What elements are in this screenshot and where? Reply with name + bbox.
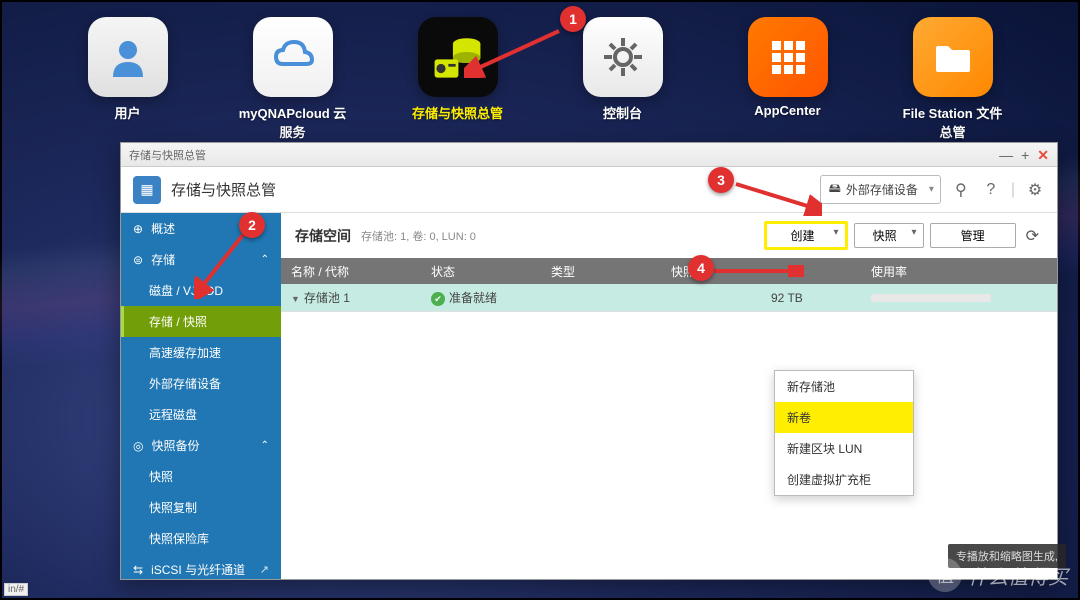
desktop-icon-label: File Station 文件总管 [898, 103, 1008, 141]
camera-icon: ◎ [133, 439, 143, 453]
annotation-badge-1: 1 [560, 6, 586, 32]
gear-icon [583, 17, 663, 97]
sidebar-item-remote-disk[interactable]: 远程磁盘 [121, 399, 281, 430]
content-subtitle: 存储池: 1, 卷: 0, LUN: 0 [361, 228, 476, 244]
col-name: 名称 / 代称 [281, 263, 421, 280]
table-header: 名称 / 代称 状态 类型 快照 使用率 [281, 258, 1057, 284]
minimize-button[interactable]: — [999, 148, 1013, 162]
col-status: 状态 [421, 263, 541, 280]
menu-new-volume[interactable]: 新卷 [775, 402, 913, 433]
desktop-icon-label: myQNAPcloud 云服务 [238, 103, 348, 141]
globe-icon: ⊕ [133, 222, 143, 236]
menu-new-storage-pool[interactable]: 新存储池 [775, 371, 913, 402]
sidebar-item-snapshot[interactable]: 快照 [121, 461, 281, 492]
create-dropdown-menu: 新存储池 新卷 新建区块 LUN 创建虚拟扩充柜 [774, 370, 914, 496]
external-link-icon: ↗ [260, 563, 269, 576]
watermark: 值 什么值得买 [928, 558, 1068, 592]
sidebar: ⊕ 概述 ⊜ 存储 ⌃ 磁盘 / VJBOD 存储 / 快照 高速缓存加速 外部… [121, 213, 281, 579]
sidebar-storage[interactable]: ⊜ 存储 ⌃ [121, 244, 281, 275]
annotation-badge-4: 4 [688, 255, 714, 281]
desktop-icon-file-station[interactable]: File Station 文件总管 [898, 17, 1008, 141]
sidebar-item-cache-accel[interactable]: 高速缓存加速 [121, 337, 281, 368]
desktop-icon-app-center[interactable]: AppCenter [733, 17, 843, 141]
watermark-badge-icon: 值 [928, 558, 962, 592]
disk-stack-icon: ⊜ [133, 253, 143, 267]
chevron-down-icon[interactable]: ▼ [291, 294, 300, 304]
desktop-icon-label: 存储与快照总管 [412, 103, 503, 122]
desktop-icon-user[interactable]: 用户 [73, 17, 183, 141]
menu-new-block-lun[interactable]: 新建区块 LUN [775, 433, 913, 464]
window-body: ⊕ 概述 ⊜ 存储 ⌃ 磁盘 / VJBOD 存储 / 快照 高速缓存加速 外部… [121, 213, 1057, 579]
desktop-icon-myqnapcloud[interactable]: myQNAPcloud 云服务 [238, 17, 348, 141]
desktop-icon-label: AppCenter [754, 103, 820, 118]
desktop-icon-control-panel[interactable]: 控制台 [568, 17, 678, 141]
sidebar-item-snapshot-replica[interactable]: 快照复制 [121, 492, 281, 523]
desktop-icon-row: 用户 myQNAPcloud 云服务 存储与快照总管 控制台 AppCenter [2, 17, 1078, 141]
sidebar-item-external-storage[interactable]: 外部存储设备 [121, 368, 281, 399]
app-header-icon: ▦ [133, 176, 161, 204]
sidebar-item-disk-vjbod[interactable]: 磁盘 / VJBOD [121, 275, 281, 306]
chevron-up-icon: ⌃ [261, 254, 269, 265]
storage-manager-icon [418, 17, 498, 97]
settings-gear-icon[interactable]: ⚙ [1025, 180, 1045, 200]
create-button[interactable]: 创建 [764, 221, 848, 250]
window-title: 存储与快照总管 [129, 147, 206, 163]
external-storage-dropdown[interactable]: 🖴 外部存储设备 [820, 175, 941, 204]
col-usage: 使用率 [861, 263, 1057, 280]
desktop-icon-storage-manager[interactable]: 存储与快照总管 [403, 17, 513, 141]
sidebar-snapshot-backup[interactable]: ◎ 快照备份 ⌃ [121, 430, 281, 461]
storage-manager-window: 存储与快照总管 — + ✕ ▦ 存储与快照总管 🖴 外部存储设备 ⚲ ? | ⚙ [120, 142, 1058, 580]
window-controls: — + ✕ [999, 148, 1049, 162]
content-title: 存储空间 [295, 226, 351, 246]
hdd-icon: 🖴 [829, 179, 841, 200]
link-icon: ⇆ [133, 563, 143, 577]
desktop-icon-label: 用户 [114, 103, 140, 122]
status-path: in/# [4, 583, 28, 596]
manage-button[interactable]: 管理 [930, 223, 1016, 248]
sidebar-item-snapshot-vault[interactable]: 快照保险库 [121, 523, 281, 554]
annotation-badge-2: 2 [239, 212, 265, 238]
table-row[interactable]: ▼存储池 1 准备就绪 92 TB [281, 284, 1057, 312]
cell-name: ▼存储池 1 [281, 289, 421, 306]
col-type: 类型 [541, 263, 661, 280]
maximize-button[interactable]: + [1021, 148, 1029, 162]
folder-icon [913, 17, 993, 97]
app-header-title: 存储与快照总管 [171, 179, 276, 200]
desktop-icon-label: 控制台 [603, 103, 642, 122]
app-header: ▦ 存储与快照总管 🖴 外部存储设备 ⚲ ? | ⚙ [121, 167, 1057, 213]
cell-status: 准备就绪 [421, 289, 541, 306]
content-toolbar: 存储空间 存储池: 1, 卷: 0, LUN: 0 创建 快照 管理 ⟳ [281, 213, 1057, 258]
snapshot-button[interactable]: 快照 [854, 223, 924, 248]
cloud-icon [253, 17, 333, 97]
header-actions: 🖴 外部存储设备 ⚲ ? | ⚙ [820, 175, 1045, 204]
chevron-up-icon: ⌃ [261, 440, 269, 451]
annotation-badge-3: 3 [708, 167, 734, 193]
window-titlebar[interactable]: 存储与快照总管 — + ✕ [121, 143, 1057, 167]
help-icon[interactable]: ? [981, 180, 1001, 200]
wand-icon[interactable]: ⚲ [951, 180, 971, 200]
close-button[interactable]: ✕ [1037, 148, 1049, 162]
cell-usage [861, 291, 1057, 305]
apps-grid-icon [748, 17, 828, 97]
sidebar-iscsi[interactable]: ⇆iSCSI 与光纤通道↗ [121, 554, 281, 579]
refresh-icon[interactable]: ⟳ [1022, 226, 1043, 246]
cell-capacity: 92 TB [761, 291, 861, 305]
menu-create-virtual-enclosure[interactable]: 创建虚拟扩充柜 [775, 464, 913, 495]
content-area: 存储空间 存储池: 1, 卷: 0, LUN: 0 创建 快照 管理 ⟳ 名称 … [281, 213, 1057, 579]
desktop: 用户 myQNAPcloud 云服务 存储与快照总管 控制台 AppCenter [0, 0, 1080, 600]
sidebar-item-storage-snapshot[interactable]: 存储 / 快照 [121, 306, 281, 337]
content-actions: 创建 快照 管理 ⟳ [764, 221, 1043, 250]
user-icon [88, 17, 168, 97]
